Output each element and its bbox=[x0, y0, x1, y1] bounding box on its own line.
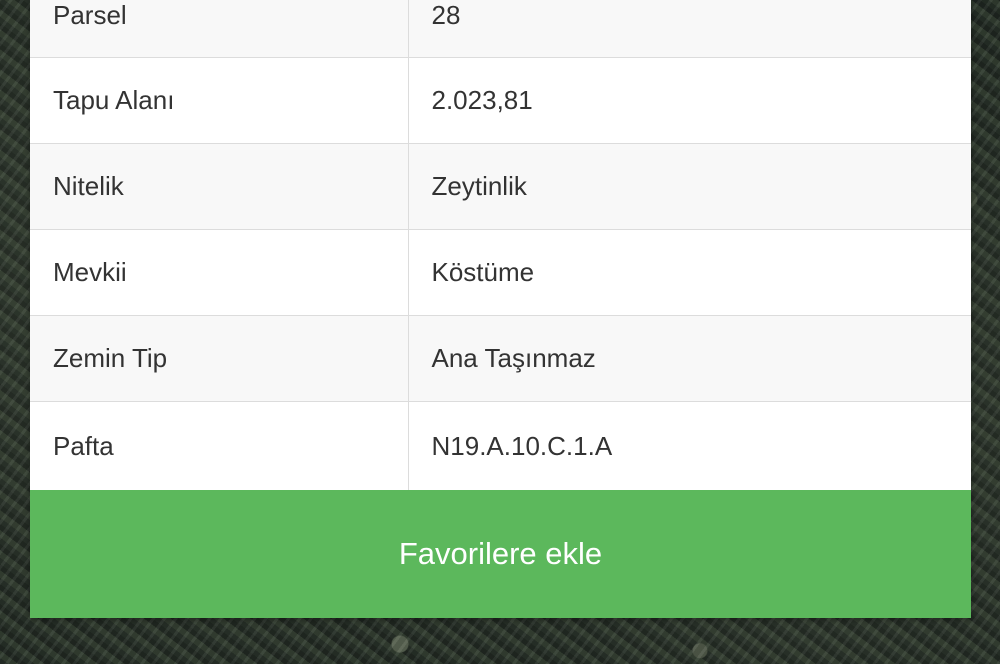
row-value: 2.023,81 bbox=[408, 57, 971, 144]
row-value: Ana Taşınmaz bbox=[408, 315, 971, 402]
table-row-mevkii: Mevkii Köstüme bbox=[30, 229, 971, 316]
table-row-pafta: Pafta N19.A.10.C.1.A bbox=[30, 401, 971, 491]
table-row-nitelik: Nitelik Zeytinlik bbox=[30, 143, 971, 230]
table-row-zemin-tip: Zemin Tip Ana Taşınmaz bbox=[30, 315, 971, 402]
row-value: Zeytinlik bbox=[408, 143, 971, 230]
row-label: Zemin Tip bbox=[30, 315, 409, 402]
row-label: Pafta bbox=[30, 401, 409, 491]
row-label: Tapu Alanı bbox=[30, 57, 409, 144]
table-row-tapu-alani: Tapu Alanı 2.023,81 bbox=[30, 57, 971, 144]
row-label: Nitelik bbox=[30, 143, 409, 230]
row-value: Köstüme bbox=[408, 229, 971, 316]
row-value: N19.A.10.C.1.A bbox=[408, 401, 971, 491]
row-label: Parsel bbox=[30, 0, 409, 58]
parcel-info-panel: Parsel 28 Tapu Alanı 2.023,81 Nitelik Ze… bbox=[30, 0, 971, 618]
row-label: Mevkii bbox=[30, 229, 409, 316]
add-to-favorites-button[interactable]: Favorilere ekle bbox=[30, 490, 971, 618]
row-value: 28 bbox=[408, 0, 971, 58]
table-row-parsel: Parsel 28 bbox=[30, 0, 971, 58]
parcel-info-table: Parsel 28 Tapu Alanı 2.023,81 Nitelik Ze… bbox=[30, 0, 971, 491]
